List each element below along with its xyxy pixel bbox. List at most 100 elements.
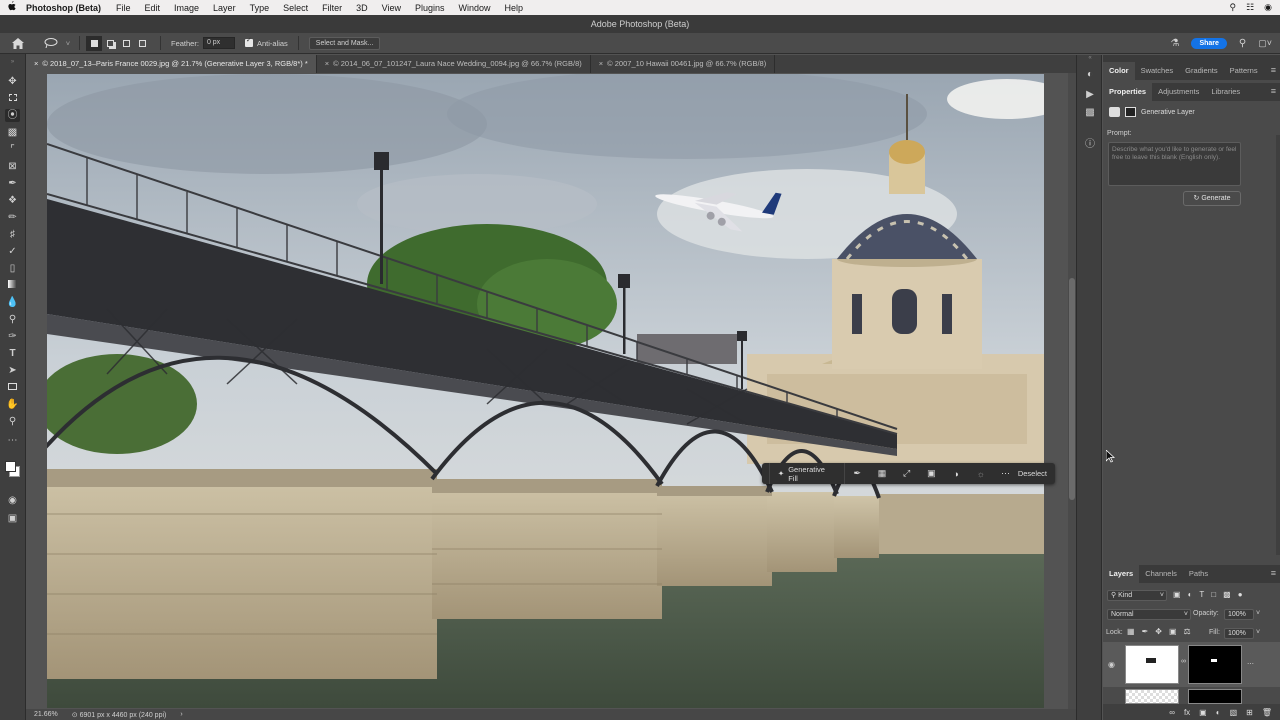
healing-brush-icon[interactable]: ❖ [5, 194, 20, 207]
add-selection-icon[interactable] [102, 36, 118, 51]
intersect-selection-icon[interactable] [134, 36, 150, 51]
chevron-right-icon[interactable]: › [180, 711, 182, 718]
document-canvas-image[interactable] [47, 74, 1044, 708]
zoom-level[interactable]: 21.66% [34, 711, 58, 718]
workspace-icon[interactable]: ▢˅ [1258, 38, 1272, 49]
layer-row-generative[interactable]: ◉ ∞ ⋯ [1103, 642, 1280, 687]
lock-artboard-icon[interactable]: ▣ [1169, 627, 1177, 636]
panel-menu-icon[interactable]: ≡ [1271, 568, 1276, 578]
menu-window[interactable]: Window [452, 3, 498, 13]
chevron-down-icon[interactable]: ˅ [1256, 629, 1260, 636]
tab-libraries[interactable]: Libraries [1205, 83, 1246, 101]
more-tools-icon[interactable]: ⋯ [5, 434, 20, 447]
pen-tool-icon[interactable]: ✑ [5, 330, 20, 343]
collapse-arrows-icon[interactable]: » [5, 56, 20, 69]
home-icon[interactable] [5, 36, 31, 51]
transform-selection-icon[interactable]: ⤢ [894, 468, 919, 479]
tab-properties[interactable]: Properties [1103, 83, 1153, 101]
delete-layer-icon[interactable]: 🗑 [1262, 708, 1272, 717]
crop-tool-icon[interactable]: ⌜ [5, 143, 20, 156]
menu-plugins[interactable]: Plugins [408, 3, 452, 13]
checkbox-checked-icon[interactable] [244, 36, 253, 47]
modify-selection-icon[interactable]: ✒ [845, 468, 870, 479]
deselect-button[interactable]: Deselect [1018, 469, 1055, 478]
drag-handle[interactable] [762, 463, 770, 484]
layer-row-next[interactable] [1103, 688, 1280, 704]
new-adjustment-icon[interactable]: ◐ [1216, 708, 1221, 717]
select-and-mask-button[interactable]: Select and Mask... [308, 36, 381, 50]
menu-type[interactable]: Type [243, 3, 277, 13]
filter-shape-icon[interactable]: □ [1211, 590, 1216, 599]
info-icon[interactable]: ⓘ [1082, 135, 1098, 150]
chevron-down-icon[interactable]: ˅ [63, 36, 73, 51]
menu-app-name[interactable]: Photoshop (Beta) [22, 3, 109, 13]
close-icon[interactable]: × [325, 59, 329, 68]
lock-position-icon[interactable]: ✥ [1155, 627, 1162, 636]
layer-mask-thumbnail[interactable] [1188, 645, 1242, 684]
link-icon[interactable]: ∞ [1181, 658, 1186, 665]
close-icon[interactable]: × [599, 59, 603, 68]
quick-mask-icon[interactable]: ◉ [5, 494, 20, 507]
new-layer-icon[interactable]: ⊞ [1246, 708, 1253, 717]
object-select-tool-icon[interactable]: ▩ [5, 126, 20, 139]
more-icon[interactable]: ⋯ [1247, 660, 1254, 668]
tab-color[interactable]: Color [1103, 62, 1135, 80]
eyedropper-tool-icon[interactable]: ✒ [5, 177, 20, 190]
chevron-down-icon[interactable]: ˅ [1256, 610, 1260, 617]
history-brush-icon[interactable]: ✓ [5, 245, 20, 258]
menu-help[interactable]: Help [498, 3, 531, 13]
layer-mask-thumbnail[interactable] [1188, 689, 1242, 704]
dodge-tool-icon[interactable]: ⚲ [5, 313, 20, 326]
lasso-tool-icon[interactable]: ⦿ [5, 109, 20, 122]
link-layers-icon[interactable]: ∞ [1169, 708, 1175, 717]
menu-select[interactable]: Select [276, 3, 315, 13]
comment-icon[interactable]: ▩ [1082, 107, 1098, 121]
filter-smart-object-icon[interactable]: ▩ [1223, 590, 1231, 599]
color-swatches-icon[interactable] [5, 452, 20, 482]
collapse-arrows-icon[interactable]: « [1082, 55, 1098, 69]
layer-thumbnail[interactable] [1125, 689, 1179, 704]
filter-toggle-icon[interactable]: ● [1238, 590, 1243, 599]
menu-image[interactable]: Image [167, 3, 206, 13]
filter-pixel-icon[interactable]: ▣ [1173, 590, 1181, 599]
menu-layer[interactable]: Layer [206, 3, 243, 13]
panel-menu-icon[interactable]: ≡ [1271, 65, 1276, 75]
generative-fill-button[interactable]: ✦ Generative Fill [770, 463, 845, 484]
fill-input[interactable]: 100% [1224, 628, 1254, 639]
share-button[interactable]: Share [1191, 37, 1227, 49]
close-icon[interactable]: × [34, 59, 38, 68]
marquee-tool-icon[interactable] [5, 92, 20, 105]
menu-filter[interactable]: Filter [315, 3, 349, 13]
fx-icon[interactable]: fx [1184, 708, 1190, 717]
invert-selection-icon[interactable]: ▦ [870, 468, 895, 479]
lasso-icon[interactable] [39, 36, 63, 51]
menu-edit[interactable]: Edit [138, 3, 168, 13]
control-center-icon[interactable]: ☷ [1246, 2, 1254, 13]
tab-patterns[interactable]: Patterns [1224, 62, 1264, 80]
lock-transparency-icon[interactable]: ▦ [1127, 627, 1135, 636]
feather-input[interactable]: 0 px [202, 37, 235, 49]
rectangle-tool-icon[interactable] [5, 381, 20, 394]
blend-mode-select[interactable]: Normal ˅ [1107, 609, 1191, 620]
blur-tool-icon[interactable]: 💧 [5, 296, 20, 309]
lock-pixels-icon[interactable]: ✒ [1142, 627, 1149, 636]
new-selection-icon[interactable] [86, 35, 102, 51]
type-tool-icon[interactable]: T [5, 347, 20, 360]
brush-tool-icon[interactable]: ✏ [5, 211, 20, 224]
zoom-tool-icon[interactable]: ⚲ [5, 415, 20, 428]
tab-paths[interactable]: Paths [1183, 565, 1214, 583]
search-icon[interactable]: ⚲ [1239, 38, 1246, 49]
flask-icon[interactable]: ⚗ [1170, 38, 1179, 49]
document-info[interactable]: ⊙ 6901 px x 4460 px (240 ppi) [72, 711, 167, 719]
tab-adjustments[interactable]: Adjustments [1152, 83, 1205, 101]
move-tool-icon[interactable]: ✥ [5, 75, 20, 88]
scrollbar-thumb[interactable] [1069, 278, 1075, 500]
color-panel-icon[interactable]: ◐ [1082, 69, 1098, 83]
new-group-icon[interactable]: ▧ [1230, 708, 1238, 717]
panel-menu-icon[interactable]: ≡ [1271, 86, 1276, 96]
subtract-selection-icon[interactable] [118, 36, 134, 51]
siri-icon[interactable]: ◉ [1264, 2, 1272, 13]
search-icon[interactable]: ⚲ [1229, 2, 1236, 13]
tab-gradients[interactable]: Gradients [1179, 62, 1224, 80]
filter-type-icon[interactable]: T [1199, 590, 1204, 599]
